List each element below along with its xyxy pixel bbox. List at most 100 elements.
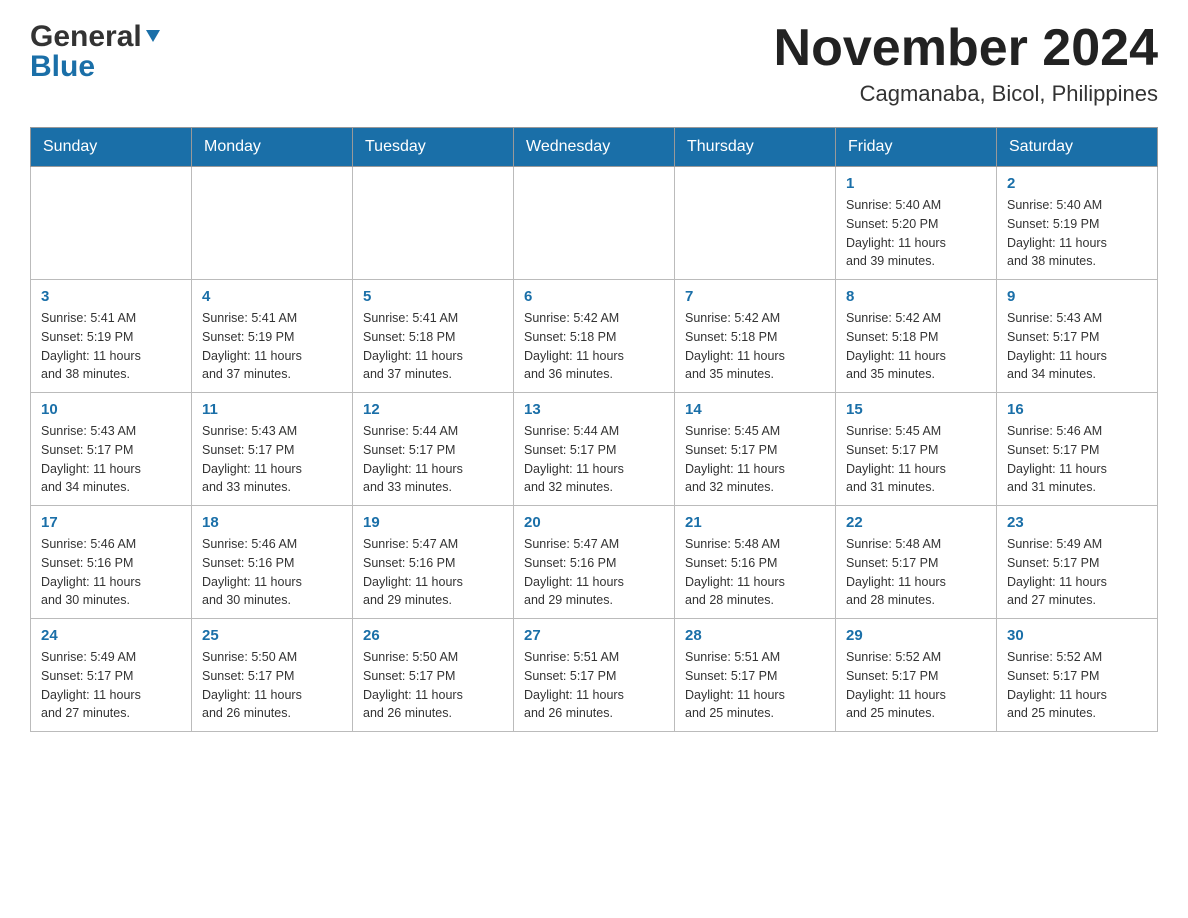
calendar-cell: 10 Sunrise: 5:43 AMSunset: 5:17 PMDayligh… (31, 393, 192, 506)
day-number: 29 (846, 627, 986, 644)
calendar-cell (31, 167, 192, 280)
day-number: 25 (202, 627, 342, 644)
weekday-header-wednesday: Wednesday (514, 128, 675, 167)
day-info: Sunrise: 5:43 AMSunset: 5:17 PMDaylight:… (1007, 309, 1147, 384)
calendar-cell: 24 Sunrise: 5:49 AMSunset: 5:17 PMDayligh… (31, 619, 192, 732)
calendar-week-row-4: 17 Sunrise: 5:46 AMSunset: 5:16 PMDayligh… (31, 506, 1158, 619)
day-number: 21 (685, 514, 825, 531)
day-info: Sunrise: 5:46 AMSunset: 5:16 PMDaylight:… (41, 535, 181, 610)
day-number: 26 (363, 627, 503, 644)
day-number: 28 (685, 627, 825, 644)
calendar-table: SundayMondayTuesdayWednesdayThursdayFrid… (30, 127, 1158, 732)
day-info: Sunrise: 5:44 AMSunset: 5:17 PMDaylight:… (363, 422, 503, 497)
calendar-cell: 27 Sunrise: 5:51 AMSunset: 5:17 PMDayligh… (514, 619, 675, 732)
calendar-cell: 29 Sunrise: 5:52 AMSunset: 5:17 PMDayligh… (836, 619, 997, 732)
day-number: 9 (1007, 288, 1147, 305)
day-info: Sunrise: 5:41 AMSunset: 5:19 PMDaylight:… (41, 309, 181, 384)
day-number: 1 (846, 175, 986, 192)
day-number: 10 (41, 401, 181, 418)
weekday-header-row: SundayMondayTuesdayWednesdayThursdayFrid… (31, 128, 1158, 167)
day-number: 7 (685, 288, 825, 305)
day-info: Sunrise: 5:50 AMSunset: 5:17 PMDaylight:… (202, 648, 342, 723)
day-number: 8 (846, 288, 986, 305)
day-info: Sunrise: 5:47 AMSunset: 5:16 PMDaylight:… (524, 535, 664, 610)
day-info: Sunrise: 5:43 AMSunset: 5:17 PMDaylight:… (202, 422, 342, 497)
day-info: Sunrise: 5:48 AMSunset: 5:17 PMDaylight:… (846, 535, 986, 610)
day-info: Sunrise: 5:50 AMSunset: 5:17 PMDaylight:… (363, 648, 503, 723)
day-info: Sunrise: 5:40 AMSunset: 5:20 PMDaylight:… (846, 196, 986, 271)
day-number: 12 (363, 401, 503, 418)
day-number: 2 (1007, 175, 1147, 192)
logo: General Blue (30, 20, 162, 84)
calendar-cell: 22 Sunrise: 5:48 AMSunset: 5:17 PMDayligh… (836, 506, 997, 619)
day-info: Sunrise: 5:47 AMSunset: 5:16 PMDaylight:… (363, 535, 503, 610)
calendar-cell: 3 Sunrise: 5:41 AMSunset: 5:19 PMDaylight… (31, 280, 192, 393)
calendar-cell (514, 167, 675, 280)
day-number: 11 (202, 401, 342, 418)
calendar-week-row-3: 10 Sunrise: 5:43 AMSunset: 5:17 PMDayligh… (31, 393, 1158, 506)
location-subtitle: Cagmanaba, Bicol, Philippines (774, 81, 1158, 107)
calendar-cell: 1 Sunrise: 5:40 AMSunset: 5:20 PMDaylight… (836, 167, 997, 280)
calendar-cell: 6 Sunrise: 5:42 AMSunset: 5:18 PMDaylight… (514, 280, 675, 393)
calendar-cell (192, 167, 353, 280)
day-info: Sunrise: 5:52 AMSunset: 5:17 PMDaylight:… (846, 648, 986, 723)
calendar-cell: 8 Sunrise: 5:42 AMSunset: 5:18 PMDaylight… (836, 280, 997, 393)
calendar-cell: 7 Sunrise: 5:42 AMSunset: 5:18 PMDaylight… (675, 280, 836, 393)
day-info: Sunrise: 5:41 AMSunset: 5:18 PMDaylight:… (363, 309, 503, 384)
day-number: 20 (524, 514, 664, 531)
calendar-cell: 16Sunrise: 5:46 AMSunset: 5:17 PMDayligh… (997, 393, 1158, 506)
day-number: 4 (202, 288, 342, 305)
calendar-cell: 13Sunrise: 5:44 AMSunset: 5:17 PMDayligh… (514, 393, 675, 506)
logo-triangle-icon (144, 26, 162, 49)
day-info: Sunrise: 5:42 AMSunset: 5:18 PMDaylight:… (846, 309, 986, 384)
day-info: Sunrise: 5:42 AMSunset: 5:18 PMDaylight:… (524, 309, 664, 384)
weekday-header-thursday: Thursday (675, 128, 836, 167)
calendar-cell: 21 Sunrise: 5:48 AMSunset: 5:16 PMDayligh… (675, 506, 836, 619)
day-info: Sunrise: 5:43 AMSunset: 5:17 PMDaylight:… (41, 422, 181, 497)
day-info: Sunrise: 5:51 AMSunset: 5:17 PMDaylight:… (524, 648, 664, 723)
day-info: Sunrise: 5:48 AMSunset: 5:16 PMDaylight:… (685, 535, 825, 610)
calendar-cell: 9 Sunrise: 5:43 AMSunset: 5:17 PMDaylight… (997, 280, 1158, 393)
day-info: Sunrise: 5:40 AMSunset: 5:19 PMDaylight:… (1007, 196, 1147, 271)
logo-general-text: General (30, 20, 142, 54)
day-number: 15 (846, 401, 986, 418)
day-info: Sunrise: 5:42 AMSunset: 5:18 PMDaylight:… (685, 309, 825, 384)
weekday-header-sunday: Sunday (31, 128, 192, 167)
day-info: Sunrise: 5:51 AMSunset: 5:17 PMDaylight:… (685, 648, 825, 723)
calendar-cell: 23Sunrise: 5:49 AMSunset: 5:17 PMDayligh… (997, 506, 1158, 619)
calendar-cell (675, 167, 836, 280)
day-info: Sunrise: 5:52 AMSunset: 5:17 PMDaylight:… (1007, 648, 1147, 723)
calendar-week-row-2: 3 Sunrise: 5:41 AMSunset: 5:19 PMDaylight… (31, 280, 1158, 393)
calendar-cell: 14Sunrise: 5:45 AMSunset: 5:17 PMDayligh… (675, 393, 836, 506)
day-number: 17 (41, 514, 181, 531)
day-number: 24 (41, 627, 181, 644)
day-number: 6 (524, 288, 664, 305)
day-number: 22 (846, 514, 986, 531)
calendar-cell: 30Sunrise: 5:52 AMSunset: 5:17 PMDayligh… (997, 619, 1158, 732)
day-number: 5 (363, 288, 503, 305)
day-number: 3 (41, 288, 181, 305)
day-info: Sunrise: 5:49 AMSunset: 5:17 PMDaylight:… (41, 648, 181, 723)
month-title: November 2024 (774, 20, 1158, 77)
calendar-cell: 26 Sunrise: 5:50 AMSunset: 5:17 PMDayligh… (353, 619, 514, 732)
calendar-week-row-1: 1 Sunrise: 5:40 AMSunset: 5:20 PMDaylight… (31, 167, 1158, 280)
calendar-cell: 20 Sunrise: 5:47 AMSunset: 5:16 PMDayligh… (514, 506, 675, 619)
calendar-cell: 25 Sunrise: 5:50 AMSunset: 5:17 PMDayligh… (192, 619, 353, 732)
day-number: 13 (524, 401, 664, 418)
calendar-week-row-5: 24 Sunrise: 5:49 AMSunset: 5:17 PMDayligh… (31, 619, 1158, 732)
calendar-cell: 5 Sunrise: 5:41 AMSunset: 5:18 PMDaylight… (353, 280, 514, 393)
calendar-cell: 11 Sunrise: 5:43 AMSunset: 5:17 PMDayligh… (192, 393, 353, 506)
calendar-cell (353, 167, 514, 280)
calendar-cell: 17 Sunrise: 5:46 AMSunset: 5:16 PMDayligh… (31, 506, 192, 619)
calendar-cell: 2 Sunrise: 5:40 AMSunset: 5:19 PMDaylight… (997, 167, 1158, 280)
day-info: Sunrise: 5:46 AMSunset: 5:16 PMDaylight:… (202, 535, 342, 610)
title-area: November 2024 Cagmanaba, Bicol, Philippi… (774, 20, 1158, 107)
day-number: 18 (202, 514, 342, 531)
day-info: Sunrise: 5:45 AMSunset: 5:17 PMDaylight:… (846, 422, 986, 497)
calendar-cell: 18 Sunrise: 5:46 AMSunset: 5:16 PMDayligh… (192, 506, 353, 619)
day-info: Sunrise: 5:45 AMSunset: 5:17 PMDaylight:… (685, 422, 825, 497)
logo-blue-text: Blue (30, 50, 95, 84)
day-number: 27 (524, 627, 664, 644)
calendar-cell: 12 Sunrise: 5:44 AMSunset: 5:17 PMDayligh… (353, 393, 514, 506)
day-number: 23 (1007, 514, 1147, 531)
